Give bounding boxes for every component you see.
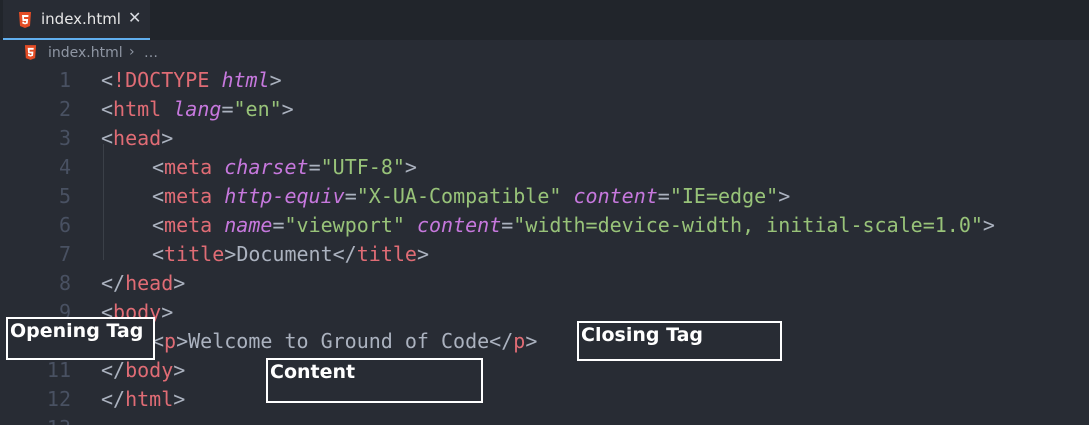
breadcrumb: index.html › … — [0, 42, 1089, 66]
tab-bar: index.html ✕ — [0, 0, 1089, 40]
content-label: Content — [270, 361, 356, 383]
code-line[interactable]: 7 <title>Document</title> — [0, 240, 1089, 269]
code-line[interactable]: 5 <meta http-equiv="X-UA-Compatible" con… — [0, 182, 1089, 211]
code-line[interactable]: 3 <head> — [0, 124, 1089, 153]
tab-index-html[interactable]: index.html ✕ — [3, 0, 150, 40]
html5-icon — [24, 45, 37, 60]
line-number: 2 — [58, 97, 71, 121]
line-number: 5 — [58, 184, 71, 208]
line-number: 12 — [46, 387, 71, 411]
closing-tag-label: Closing Tag — [581, 324, 704, 346]
code-line[interactable]: 9 <body> — [0, 298, 1089, 327]
code-editor[interactable]: 1 <!DOCTYPE html> 2 <html lang="en"> 3 <… — [0, 66, 1089, 425]
line-number: 13 — [47, 414, 71, 425]
line-number: 4 — [58, 155, 71, 179]
line-number: 6 — [58, 213, 71, 237]
line-number: 11 — [46, 358, 71, 382]
code-line[interactable]: 8 </head> — [0, 269, 1089, 298]
line-number: 8 — [58, 271, 71, 295]
code-line[interactable]: 10 <p>Welcome to Ground of Code</p> — [0, 327, 1089, 356]
code-line[interactable]: 13 — [0, 414, 1089, 425]
opening-tag-label: Opening Tag — [10, 320, 144, 342]
code-line[interactable]: 2 <html lang="en"> — [0, 95, 1089, 124]
code-line[interactable]: 4 <meta charset="UTF-8"> — [0, 153, 1089, 182]
html5-icon — [18, 12, 32, 28]
code-line[interactable]: 6 <meta name="viewport" content="width=d… — [0, 211, 1089, 240]
breadcrumb-more[interactable]: … — [144, 45, 158, 61]
code-line[interactable]: 1 <!DOCTYPE html> — [0, 66, 1089, 95]
code-line[interactable]: 11 </body> — [0, 356, 1089, 385]
code-line[interactable]: 12 </html> — [0, 385, 1089, 414]
chevron-right-icon: › — [129, 44, 135, 60]
line-number: 3 — [58, 126, 71, 150]
line-number: 1 — [58, 68, 71, 92]
breadcrumb-file[interactable]: index.html — [48, 45, 123, 61]
line-number: 7 — [58, 242, 71, 266]
tab-label: index.html — [41, 10, 121, 28]
close-icon[interactable]: ✕ — [128, 8, 141, 27]
